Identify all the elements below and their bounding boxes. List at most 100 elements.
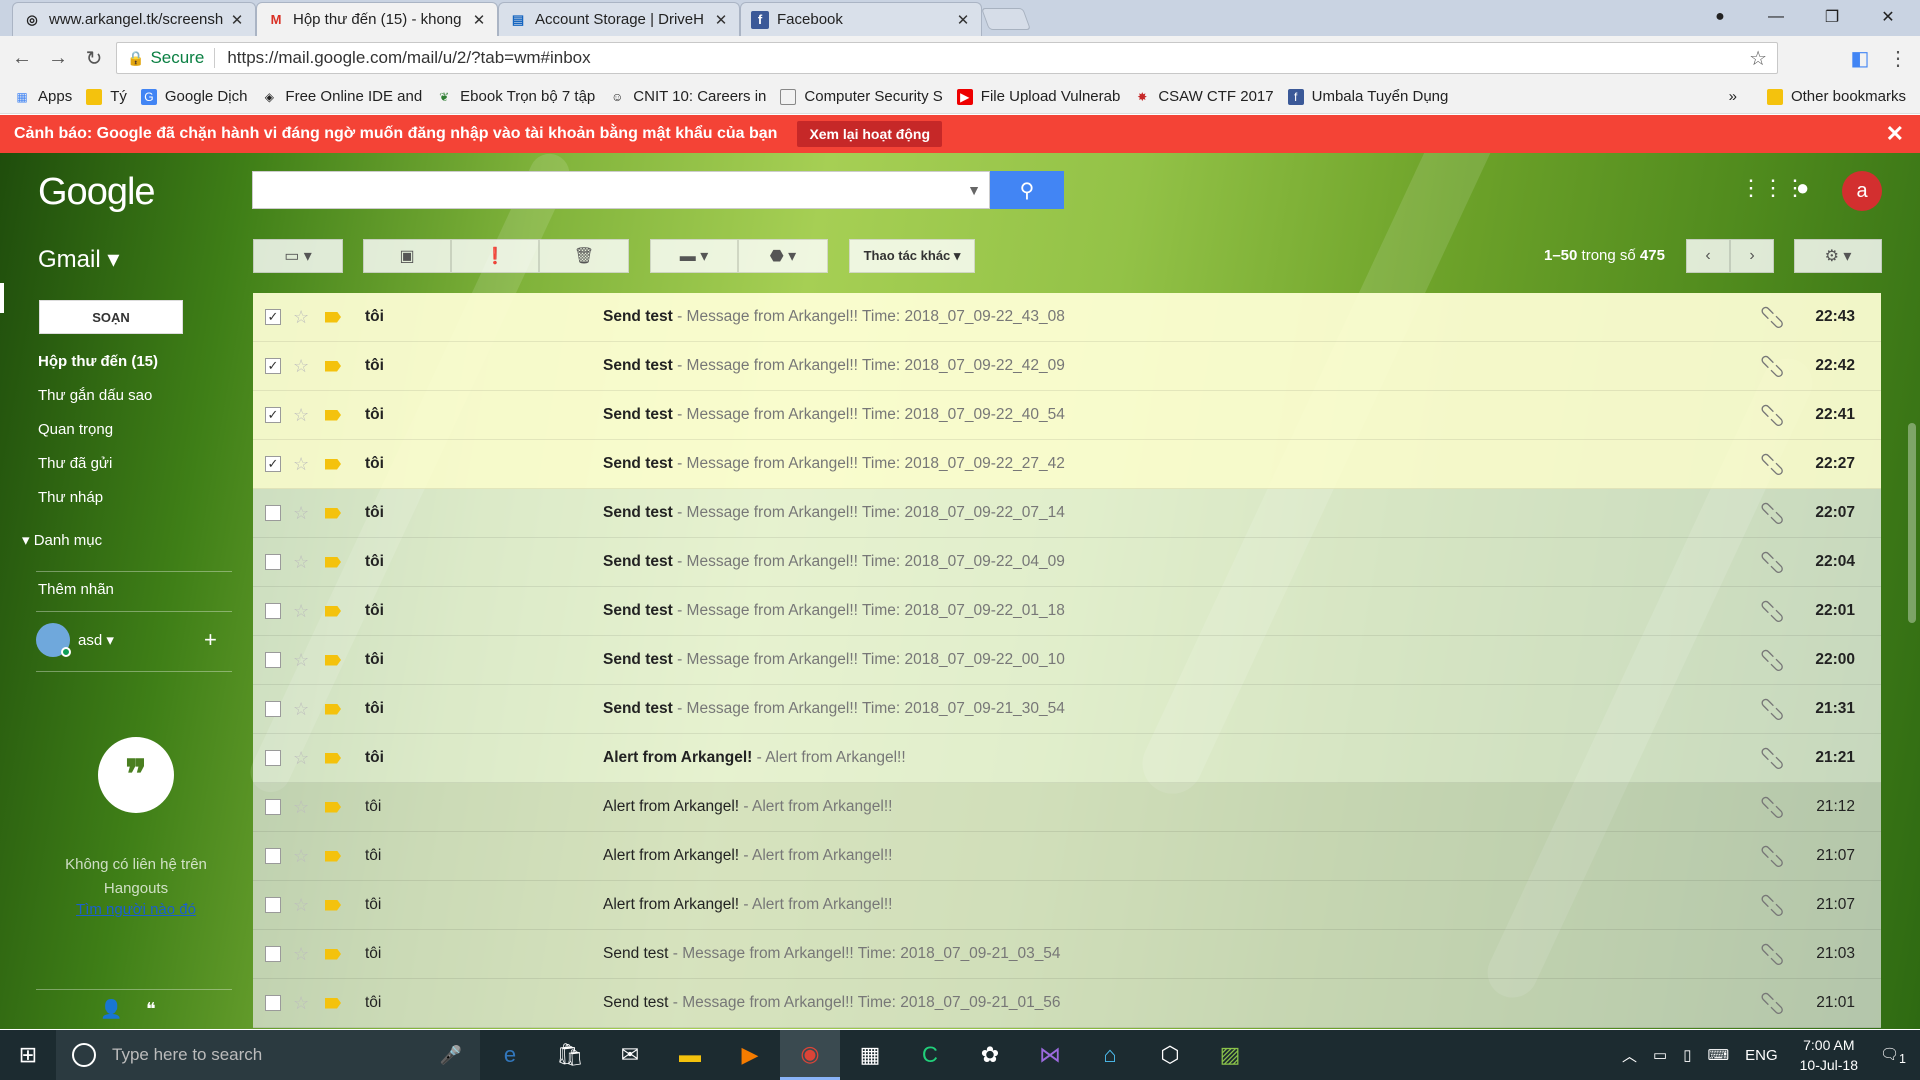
row-checkbox[interactable] xyxy=(265,750,281,766)
tab-facebook[interactable]: f Facebook ✕ xyxy=(740,2,982,36)
nav-categories[interactable]: ▾ Danh mục xyxy=(22,531,102,549)
back-button[interactable]: ← xyxy=(8,44,36,72)
archive-button[interactable]: ▣ xyxy=(363,239,451,273)
star-icon[interactable]: ☆ xyxy=(293,552,309,573)
hangouts-user[interactable]: asd ▾ xyxy=(36,623,114,657)
close-icon[interactable]: ✕ xyxy=(471,11,487,29)
email-row[interactable]: ✓ ☆ tôi Send test - Message from Arkangel!!… xyxy=(253,293,1881,342)
importance-marker-icon[interactable] xyxy=(325,458,341,470)
email-row[interactable]: ☆ tôi Alert from Arkangel! - Alert from Ar… xyxy=(253,734,1881,783)
star-icon[interactable]: ☆ xyxy=(293,699,309,720)
keyboard-icon[interactable]: ⌨ xyxy=(1707,1046,1729,1064)
translate-extension-icon[interactable]: ◧ xyxy=(1846,44,1874,72)
bookmark-ide[interactable]: ◈ Free Online IDE and xyxy=(261,88,422,105)
nav-inbox[interactable]: Hộp thư đến (15) xyxy=(38,353,158,370)
importance-marker-icon[interactable] xyxy=(325,948,341,960)
taskbar-search[interactable]: Type here to search 🎤 xyxy=(56,1030,480,1080)
bookmark-computer-security[interactable]: Computer Security S xyxy=(780,88,943,105)
importance-marker-icon[interactable] xyxy=(325,409,341,421)
row-checkbox[interactable] xyxy=(265,995,281,1011)
tab-gmail[interactable]: M Hộp thư đến (15) - khong ✕ xyxy=(256,2,498,36)
more-actions-button[interactable]: Thao tác khác ▾ xyxy=(849,239,975,273)
reload-button[interactable]: ↻ xyxy=(80,44,108,72)
labels-button[interactable]: ⬣ ▾ xyxy=(738,239,828,273)
row-checkbox[interactable] xyxy=(265,652,281,668)
other-bookmarks[interactable]: Other bookmarks xyxy=(1766,88,1906,105)
camtasia-icon[interactable]: C xyxy=(900,1030,960,1080)
language-indicator[interactable]: ENG xyxy=(1745,1047,1778,1064)
email-row[interactable]: ☆ tôi Alert from Arkangel! - Alert from Ar… xyxy=(253,783,1881,832)
forward-button[interactable]: → xyxy=(44,44,72,72)
star-icon[interactable]: ☆ xyxy=(293,846,309,867)
report-spam-button[interactable]: ❗ xyxy=(451,239,539,273)
settings-button[interactable]: ⚙ ▾ xyxy=(1794,239,1882,273)
email-row[interactable]: ☆ tôi Send test - Message from Arkangel!! … xyxy=(253,587,1881,636)
microphone-icon[interactable]: 🎤 xyxy=(440,1045,462,1066)
network-tool-icon[interactable]: ⌂ xyxy=(1080,1030,1140,1080)
chrome-icon[interactable]: ◉ xyxy=(780,1030,840,1080)
profile-icon[interactable]: ● xyxy=(1692,0,1748,34)
row-checkbox[interactable]: ✓ xyxy=(265,407,281,423)
importance-marker-icon[interactable] xyxy=(325,997,341,1009)
star-icon[interactable]: ☆ xyxy=(293,307,309,328)
star-icon[interactable]: ☆ xyxy=(293,356,309,377)
star-icon[interactable]: ☆ xyxy=(293,993,309,1014)
bookmark-umbala[interactable]: f Umbala Tuyển Dụng xyxy=(1287,88,1448,105)
bookmark-csaw[interactable]: ✸ CSAW CTF 2017 xyxy=(1134,88,1273,105)
start-button[interactable]: ⊞ xyxy=(0,1030,56,1080)
scrollbar[interactable] xyxy=(1908,423,1916,623)
nav-important[interactable]: Quan trọng xyxy=(38,421,113,438)
row-checkbox[interactable] xyxy=(265,946,281,962)
mail-icon[interactable]: ✉ xyxy=(600,1030,660,1080)
bookmark-star-icon[interactable]: ☆ xyxy=(1749,46,1767,71)
review-activity-button[interactable]: Xem lại hoạt động xyxy=(797,121,943,147)
importance-marker-icon[interactable] xyxy=(325,801,341,813)
nav-drafts[interactable]: Thư nháp xyxy=(38,489,103,506)
search-options-dropdown-icon[interactable]: ▼ xyxy=(967,182,981,198)
tab-arkangel[interactable]: ◎ www.arkangel.tk/screensh ✕ xyxy=(12,2,256,36)
browser-menu-icon[interactable]: ⋮ xyxy=(1884,44,1912,72)
gmail-menu[interactable]: Gmail ▾ xyxy=(38,245,119,274)
row-checkbox[interactable] xyxy=(265,897,281,913)
new-tab-button[interactable] xyxy=(980,8,1032,30)
star-icon[interactable]: ☆ xyxy=(293,797,309,818)
mail-search-input[interactable]: ▼ xyxy=(252,171,990,209)
app-icon-grid[interactable]: ▦ xyxy=(840,1030,900,1080)
star-icon[interactable]: ☆ xyxy=(293,503,309,524)
nav-sent[interactable]: Thư đã gửi xyxy=(38,455,112,472)
email-row[interactable]: ✓ ☆ tôi Send test - Message from Arkangel!!… xyxy=(253,440,1881,489)
bookmark-ebook[interactable]: ❦ Ebook Trọn bộ 7 tập xyxy=(436,88,595,105)
email-row[interactable]: ☆ tôi Send test - Message from Arkangel!! … xyxy=(253,636,1881,685)
select-all-checkbox[interactable]: ▭ ▾ xyxy=(253,239,343,273)
star-icon[interactable]: ☆ xyxy=(293,944,309,965)
edge-icon[interactable]: e xyxy=(480,1030,540,1080)
bookmark-cnit[interactable]: ☺ CNIT 10: Careers in xyxy=(609,88,766,105)
url-text[interactable]: https://mail.google.com/mail/u/2/?tab=wm… xyxy=(227,48,590,68)
maximize-button[interactable]: ❐ xyxy=(1804,0,1860,34)
row-checkbox[interactable]: ✓ xyxy=(265,358,281,374)
bookmarks-overflow-button[interactable]: » xyxy=(1729,88,1737,105)
importance-marker-icon[interactable] xyxy=(325,311,341,323)
row-checkbox[interactable] xyxy=(265,799,281,815)
importance-marker-icon[interactable] xyxy=(325,605,341,617)
close-icon[interactable]: ✕ xyxy=(955,11,971,29)
file-explorer-icon[interactable]: ▬ xyxy=(660,1030,720,1080)
bookmark-ty[interactable]: Tý xyxy=(86,88,127,105)
notifications-bell-icon[interactable]: ● xyxy=(1796,175,1809,201)
row-checkbox[interactable]: ✓ xyxy=(265,309,281,325)
email-row[interactable]: ✓ ☆ tôi Send test - Message from Arkangel!!… xyxy=(253,391,1881,440)
tab-drive[interactable]: ▤ Account Storage | DriveH ✕ xyxy=(498,2,740,36)
importance-marker-icon[interactable] xyxy=(325,654,341,666)
importance-marker-icon[interactable] xyxy=(325,752,341,764)
unity-icon[interactable]: ⬡ xyxy=(1140,1030,1200,1080)
search-button[interactable]: ⚲ xyxy=(990,171,1064,209)
clock[interactable]: 7:00 AM 10-Jul-18 xyxy=(1800,1035,1858,1075)
google-logo[interactable]: Google xyxy=(38,171,156,214)
nav-starred[interactable]: Thư gắn dấu sao xyxy=(38,387,152,404)
image-viewer-icon[interactable]: ▨ xyxy=(1200,1030,1260,1080)
older-page-button[interactable]: › xyxy=(1730,239,1774,273)
importance-marker-icon[interactable] xyxy=(325,507,341,519)
email-row[interactable]: ☆ tôi Send test - Message from Arkangel!! … xyxy=(253,538,1881,587)
action-center-icon[interactable]: 🗨1 xyxy=(1880,1045,1906,1066)
email-row[interactable]: ✓ ☆ tôi Send test - Message from Arkangel!!… xyxy=(253,342,1881,391)
